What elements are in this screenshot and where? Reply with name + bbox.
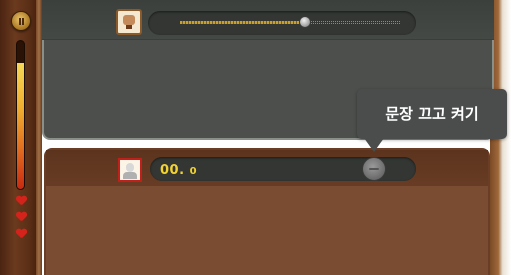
player-avatar-icon <box>118 158 142 182</box>
heart-icon <box>16 229 27 239</box>
character-avatar-icon <box>116 9 142 35</box>
tooltip: 문장 끄고 켜기 <box>357 89 507 139</box>
power-gauge <box>16 40 25 190</box>
volume-slider-track[interactable] <box>180 21 400 24</box>
pause-button[interactable] <box>11 11 31 31</box>
heart-icon <box>16 212 27 222</box>
tooltip-text: 문장 끄고 켜기 <box>385 105 479 123</box>
heart-icon <box>16 196 27 206</box>
volume-slider-fill <box>180 21 306 24</box>
tooltip-pointer <box>364 138 384 152</box>
score-main: 00. <box>160 163 185 178</box>
game-screen: 00. 0 문장 끄고 켜기 <box>0 0 511 275</box>
score-readout: 00. 0 <box>160 163 197 178</box>
sentence-toggle-knob[interactable] <box>362 157 386 181</box>
power-gauge-fill <box>17 63 24 189</box>
score-decimal: 0 <box>189 166 198 177</box>
